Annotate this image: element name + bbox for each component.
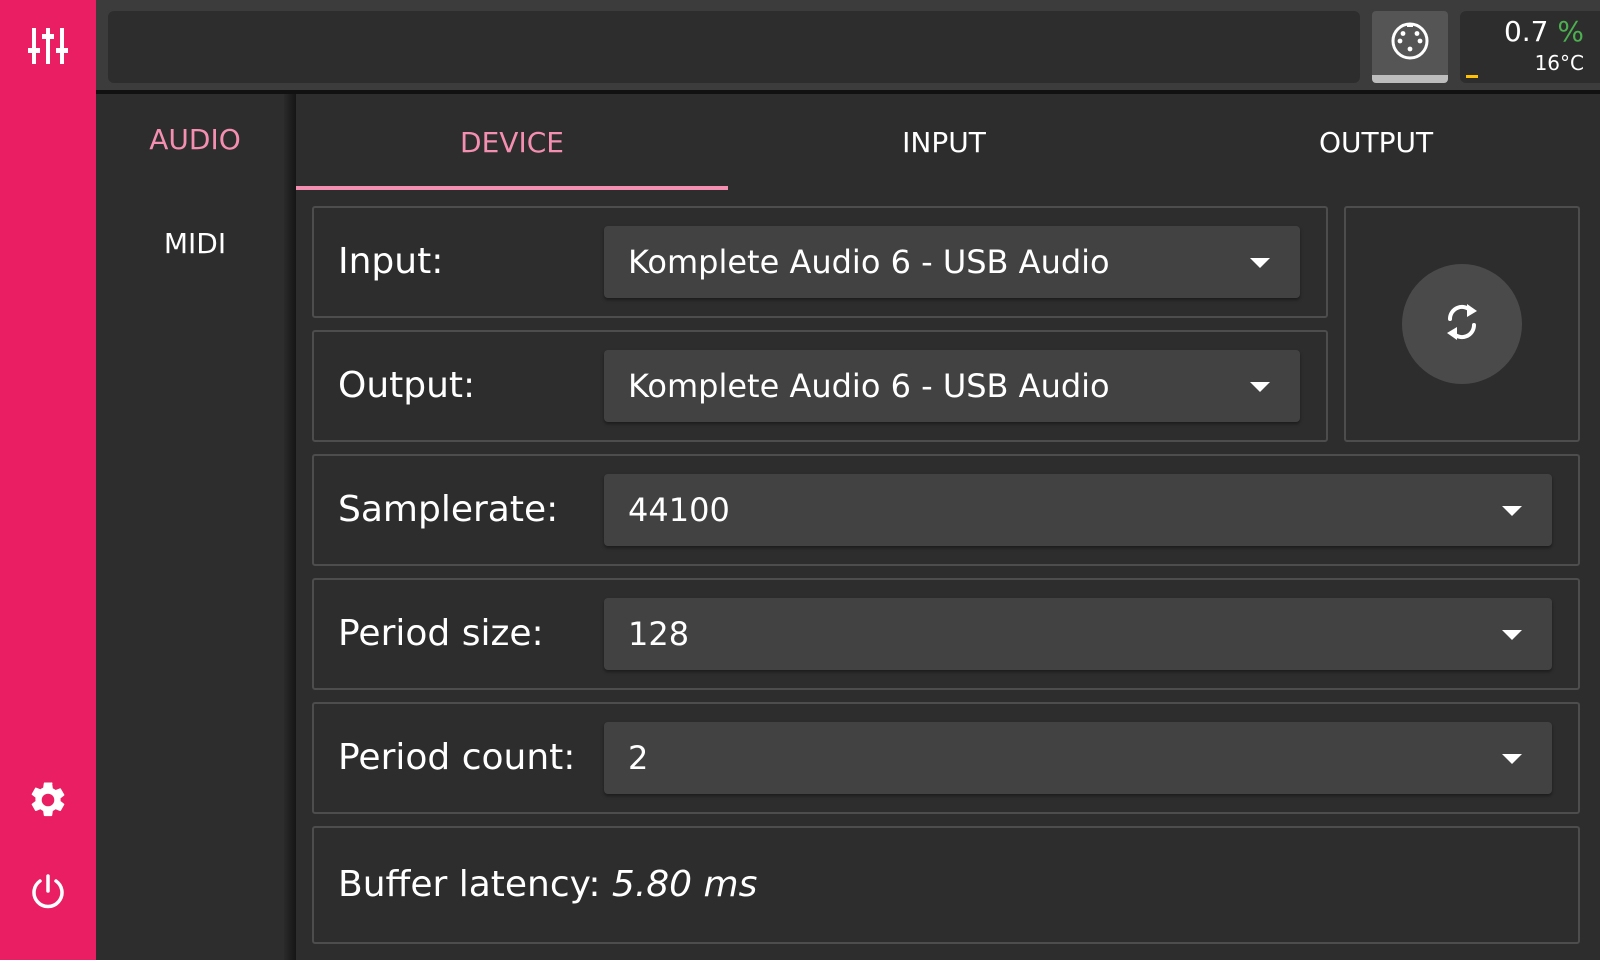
cpu-meter-bar [1466,75,1478,78]
status-field [108,11,1360,83]
chevron-down-icon [1502,754,1522,764]
app-rail [0,0,96,960]
period-size-label: Period size: [338,613,544,654]
period-count-value: 2 [628,739,649,777]
input-device-value: Komplete Audio 6 - USB Audio [628,243,1110,281]
system-stats: 0.7 % 16°C [1460,11,1600,83]
temperature: 16°C [1534,51,1584,75]
output-device-label: Output: [338,365,476,406]
samplerate-card: Samplerate: 44100 [312,454,1580,566]
period-size-value: 128 [628,615,690,653]
output-device-value: Komplete Audio 6 - USB Audio [628,367,1110,405]
buffer-latency-label: Buffer latency: [338,864,601,905]
tab-input[interactable]: INPUT [728,94,1160,190]
chevron-down-icon [1250,258,1270,268]
input-device-label: Input: [338,241,444,282]
tab-output[interactable]: OUTPUT [1160,94,1592,190]
input-device-select[interactable]: Komplete Audio 6 - USB Audio [604,226,1300,298]
buffer-latency: Buffer latency: 5.80 ms [338,864,757,905]
cpu-load-unit: % [1557,15,1584,48]
period-size-card: Period size: 128 [312,578,1580,690]
power-icon[interactable] [24,868,72,916]
samplerate-value: 44100 [628,491,730,529]
chevron-down-icon [1502,630,1522,640]
period-count-label: Period count: [338,737,576,778]
chevron-down-icon [1250,382,1270,392]
period-size-select[interactable]: 128 [604,598,1552,670]
gear-icon[interactable] [24,776,72,824]
input-device-card: Input: Komplete Audio 6 - USB Audio [312,206,1328,318]
output-device-select[interactable]: Komplete Audio 6 - USB Audio [604,350,1300,422]
mixer-sliders-icon[interactable] [24,22,72,70]
samplerate-label: Samplerate: [338,489,559,530]
midi-button[interactable] [1372,11,1448,83]
buffer-latency-card: Buffer latency: 5.80 ms [312,826,1580,944]
period-count-card: Period count: 2 [312,702,1580,814]
period-count-select[interactable]: 2 [604,722,1552,794]
cpu-load: 0.7 % [1504,15,1584,48]
buffer-latency-value: 5.80 ms [611,864,758,905]
refresh-icon [1443,300,1481,348]
side-nav-item-audio[interactable]: AUDIO [96,94,294,184]
tab-device[interactable]: DEVICE [296,94,728,190]
output-device-card: Output: Komplete Audio 6 - USB Audio [312,330,1328,442]
midi-connector-icon [1390,21,1430,65]
cpu-load-value: 0.7 [1503,15,1549,48]
samplerate-select[interactable]: 44100 [604,474,1552,546]
refresh-devices-button[interactable] [1402,264,1522,384]
chevron-down-icon [1502,506,1522,516]
side-nav-item-midi[interactable]: MIDI [96,198,294,288]
refresh-card [1344,206,1580,442]
active-tab-indicator [296,186,728,190]
